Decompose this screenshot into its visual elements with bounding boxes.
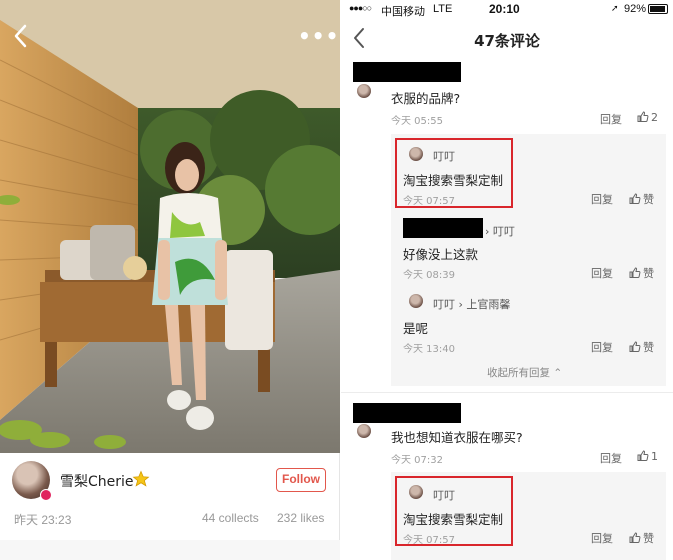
reply-author[interactable]: › 叮叮 bbox=[485, 223, 515, 239]
author-name[interactable]: 雪梨Cherie bbox=[60, 471, 134, 491]
reply-time: 今天 13:40 bbox=[403, 344, 455, 355]
post-detail-panel: ••• 雪梨Cherie Follow 昨天 23:23 44 collects… bbox=[0, 0, 340, 560]
highlight-box bbox=[395, 138, 513, 208]
like-count: 2 bbox=[651, 111, 658, 124]
author-row: 雪梨Cherie Follow bbox=[0, 453, 340, 508]
thumbs-up-icon bbox=[629, 341, 641, 352]
collects-count[interactable]: 44 collects bbox=[202, 511, 259, 525]
page-title: 47条评论 bbox=[474, 32, 540, 50]
comment-time: 今天 05:55 bbox=[391, 116, 443, 127]
avatar[interactable] bbox=[357, 84, 371, 98]
like-button[interactable]: 1 bbox=[637, 450, 658, 463]
location-icon: ➚ bbox=[611, 3, 619, 13]
status-clock: 20:10 bbox=[489, 2, 520, 16]
collapse-replies-button[interactable]: 收起所有回复 ⌃ bbox=[487, 365, 562, 380]
chevron-up-icon: ⌃ bbox=[553, 367, 563, 379]
bottom-strip bbox=[0, 540, 340, 560]
like-label: 赞 bbox=[643, 532, 654, 545]
post-photo[interactable]: ••• bbox=[0, 0, 340, 453]
reply-button[interactable]: 回复 bbox=[591, 339, 613, 355]
reply-author-name: 叮叮 bbox=[492, 225, 515, 238]
redacted-username bbox=[353, 62, 461, 82]
status-bar: ●●●○○ 中国移动 LTE 20:10 ➚ 92% bbox=[341, 0, 673, 18]
comment-text: 衣服的品牌? bbox=[391, 91, 461, 106]
battery-fill bbox=[650, 6, 665, 12]
reply-text: 是呢 bbox=[403, 321, 429, 336]
likes-count[interactable]: 232 likes bbox=[277, 511, 324, 525]
collapse-label: 收起所有回复 bbox=[487, 367, 550, 379]
divider bbox=[341, 392, 673, 393]
battery-icon bbox=[648, 4, 668, 14]
more-icon[interactable]: ••• bbox=[298, 26, 338, 46]
like-button[interactable]: 赞 bbox=[629, 191, 654, 207]
thumbs-up-icon bbox=[629, 267, 641, 278]
reply-to-name[interactable]: 上官雨馨 bbox=[466, 298, 510, 311]
post-photo-illustration bbox=[0, 0, 340, 453]
like-button[interactable]: 赞 bbox=[629, 339, 654, 355]
star-icon bbox=[132, 470, 150, 487]
like-label: 赞 bbox=[643, 193, 654, 206]
comment-time: 今天 07:32 bbox=[391, 455, 443, 466]
reply-button[interactable]: 回复 bbox=[591, 265, 613, 281]
thumbs-up-icon bbox=[637, 450, 649, 461]
reply-button[interactable]: 回复 bbox=[591, 191, 613, 207]
thumbs-up-icon bbox=[637, 111, 649, 122]
highlight-box bbox=[395, 476, 513, 546]
like-label: 赞 bbox=[643, 341, 654, 354]
reply-text: 好像没上这款 bbox=[403, 247, 479, 262]
reply-button[interactable]: 回复 bbox=[600, 111, 622, 127]
comments-header: 47条评论 bbox=[341, 18, 673, 60]
reply-button[interactable]: 回复 bbox=[600, 450, 622, 466]
redacted-username bbox=[403, 218, 483, 238]
comment-text: 我也想知道衣服在哪买? bbox=[391, 430, 523, 445]
like-button[interactable]: 2 bbox=[637, 111, 658, 124]
avatar[interactable] bbox=[409, 294, 423, 308]
redacted-username bbox=[353, 403, 461, 423]
network-label: LTE bbox=[433, 3, 453, 15]
back-arrow-icon[interactable] bbox=[10, 22, 32, 50]
like-button[interactable]: 赞 bbox=[629, 265, 654, 281]
reply-time: 今天 08:39 bbox=[403, 270, 455, 281]
carrier-label: 中国移动 bbox=[381, 5, 425, 18]
reply-author[interactable]: 叮叮 › 上官雨馨 bbox=[433, 296, 510, 312]
reply-author-name: 叮叮 bbox=[433, 298, 455, 311]
thumbs-up-icon bbox=[629, 532, 641, 543]
verified-badge-icon bbox=[40, 489, 52, 501]
like-count: 1 bbox=[651, 450, 658, 463]
like-label: 赞 bbox=[643, 267, 654, 280]
battery-percent: 92% bbox=[624, 3, 647, 15]
like-button[interactable]: 赞 bbox=[629, 530, 654, 546]
follow-button[interactable]: Follow bbox=[276, 468, 326, 492]
reply-button[interactable]: 回复 bbox=[591, 530, 613, 546]
avatar[interactable] bbox=[357, 424, 371, 438]
comments-panel: ●●●○○ 中国移动 LTE 20:10 ➚ 92% 47条评论 衣服的品牌? … bbox=[341, 0, 673, 560]
post-meta: 昨天 23:23 44 collects 232 likes bbox=[0, 508, 340, 528]
signal-icon: ●●●○○ bbox=[349, 3, 372, 13]
post-time: 昨天 23:23 bbox=[14, 513, 72, 527]
thumbs-up-icon bbox=[629, 193, 641, 204]
